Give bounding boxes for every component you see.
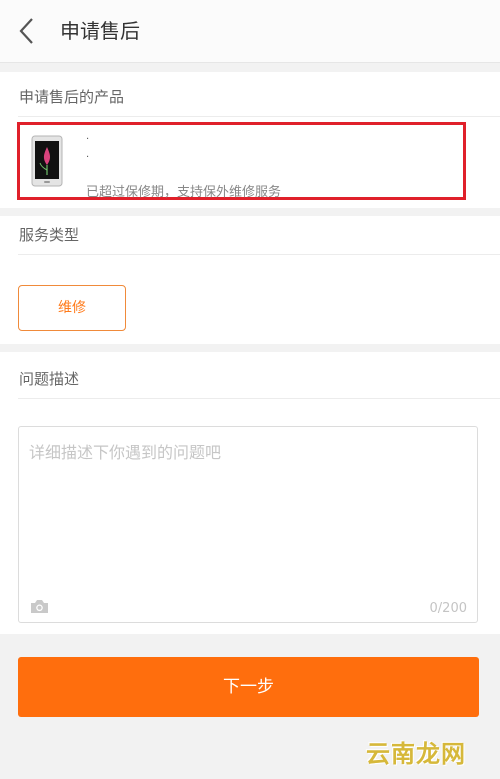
product-spec: · (86, 152, 90, 163)
next-step-button[interactable]: 下一步 (18, 657, 479, 717)
camera-icon[interactable] (30, 599, 49, 614)
divider (18, 254, 500, 255)
repair-type-button[interactable]: 维修 (18, 285, 126, 331)
problem-section: 问题描述 详细描述下你遇到的问题吧 0/200 (0, 352, 500, 634)
char-counter: 0/200 (429, 601, 467, 616)
watermark-logo: 云南龙网 (366, 740, 466, 768)
description-placeholder: 详细描述下你遇到的问题吧 (29, 443, 222, 462)
warranty-status: 已超过保修期，支持保外维修服务 (86, 185, 282, 200)
problem-description-input[interactable]: 详细描述下你遇到的问题吧 0/200 (18, 426, 478, 623)
product-section-title: 申请售后的产品 (19, 88, 125, 106)
phone-thumbnail-icon (31, 135, 63, 187)
divider (18, 398, 500, 399)
back-arrow-icon[interactable] (16, 17, 38, 45)
service-type-title: 服务类型 (19, 226, 80, 244)
product-name: · (86, 134, 90, 145)
divider (18, 116, 500, 117)
problem-section-title: 问题描述 (19, 370, 80, 388)
product-card[interactable]: · · 已超过保修期，支持保外维修服务 (17, 122, 466, 200)
top-bar: 申请售后 (0, 0, 500, 63)
page-title: 申请售后 (60, 19, 140, 43)
service-type-section: 服务类型 维修 (0, 216, 500, 344)
product-section: 申请售后的产品 · · 已超过保修期，支持保外维修服务 (0, 72, 500, 208)
